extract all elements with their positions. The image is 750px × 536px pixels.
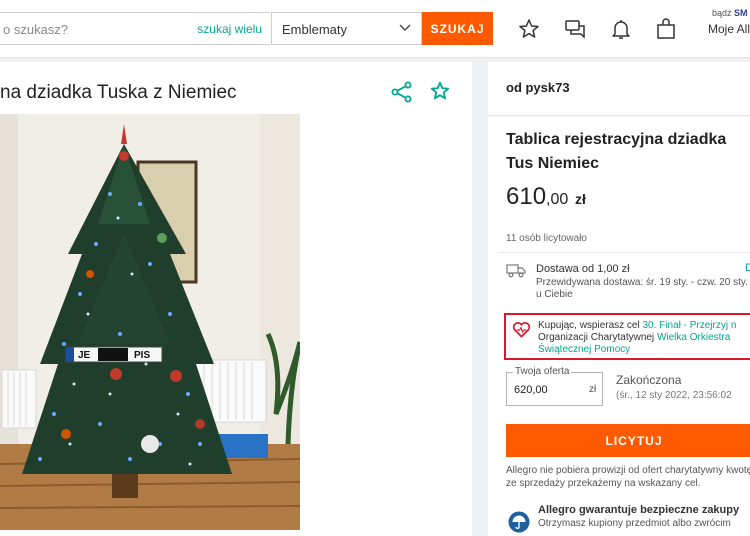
charity-goal-link[interactable]: 30. Finał - Przejrzyj n [643,320,737,331]
cart-bag-icon[interactable] [654,17,678,41]
guarantee-subtitle: Otrzymasz kupiony przedmiot albo zwrócim [538,518,731,529]
bid-currency: zł [589,384,597,395]
price: 610,00 zł [506,183,586,211]
christmas-tree-image: JE PIS [0,114,300,530]
price-integer: 610 [506,183,547,210]
delivery-estimate: Przewidywana dostawa: śr. 19 sty. - czw.… [536,277,748,300]
heart-icon [512,322,531,338]
divider [488,115,750,116]
delivery-price: Dostawa od 1,00 zł [536,263,630,275]
item-title: Tablica rejestracyjna dziadka Tus Niemie… [506,131,727,172]
bell-icon[interactable] [609,17,633,41]
bid-amount-input[interactable]: Twoja oferta 620,00 zł [506,366,603,406]
purchase-panel: od pysk73 Tablica rejestracyjna dziadka … [488,62,750,536]
price-currency: zł [574,191,586,207]
smart-brand: SM [734,8,748,18]
charity-notice: Kupując, wspierasz cel 30. Finał - Przej… [504,313,750,360]
charity-mid: Organizacji Charytatywnej [538,332,655,343]
chevron-down-icon [399,24,411,31]
delivery-details-link[interactable]: D [745,262,750,274]
share-icon[interactable] [391,81,413,103]
auction-status: Zakończona [616,373,682,387]
search-placeholder: o szukasz? [3,22,69,37]
search-many-link[interactable]: szukaj wielu [197,22,262,36]
divider [498,252,750,253]
guarantee-title: Allegro gwarantuje bezpieczne zakupy [538,504,740,516]
charity-commission-note: Allegro nie pobiera prowizji od ofert ch… [506,465,750,489]
smart-promo: bądź SM [712,8,748,18]
charity-org-link[interactable]: Wielka Orkiestra [657,332,730,343]
search-input[interactable]: o szukasz? szukaj wielu [0,12,270,45]
seller-name[interactable]: od pysk73 [506,80,570,95]
bidders-count: 11 osób licytowało [506,233,587,244]
truck-icon [506,264,526,278]
charity-intro: Kupując, wspierasz cel [538,320,640,331]
price-decimal: ,00 [546,191,569,208]
offer-title: na dziadka Tuska z Niemiec [0,82,237,103]
category-select[interactable]: Emblematy [271,12,422,45]
charity-text: Kupując, wspierasz cel 30. Finał - Przej… [538,320,750,356]
plate-left-text: JE [78,350,91,361]
auction-end-date: (śr., 12 sty 2022, 23:56:02 [616,390,732,401]
category-value: Emblematy [282,22,348,37]
top-header: o szukasz? szukaj wielu Emblematy SZUKAJ… [0,0,750,58]
bid-button[interactable]: LICYTUJ [506,424,750,457]
star-icon[interactable] [517,17,541,41]
messages-icon[interactable] [563,17,587,41]
smart-prefix: bądź [712,8,732,18]
search-button[interactable]: SZUKAJ [422,12,493,45]
charity-org-link-2[interactable]: Świątecznej Pomocy [538,344,630,355]
watch-star-icon[interactable] [429,80,451,102]
offer-photo[interactable]: JE PIS [0,114,300,530]
offer-gallery-panel: na dziadka Tuska z Niemiec JE PIS [0,62,472,536]
bid-amount-label: Twoja oferta [513,366,572,377]
plate-right-text: PIS [134,350,150,361]
umbrella-icon [508,511,530,533]
bid-amount-value: 620,00 [514,384,548,396]
my-allegro-link[interactable]: Moje All [708,22,750,36]
